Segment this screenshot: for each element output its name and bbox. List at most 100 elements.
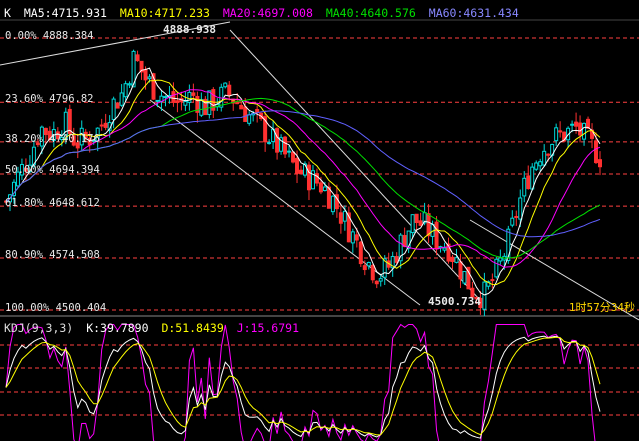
candle-body xyxy=(510,217,515,226)
candle-body xyxy=(494,258,499,278)
candle-body xyxy=(526,175,531,190)
candle-body xyxy=(111,98,116,120)
candle-body xyxy=(350,231,355,244)
candle-body xyxy=(554,127,559,142)
candle-body xyxy=(534,162,539,170)
candle-body xyxy=(175,100,180,104)
candle-body xyxy=(306,164,311,191)
candle-body xyxy=(295,157,300,174)
candle-body xyxy=(135,54,140,62)
candle-body xyxy=(115,102,120,109)
candle-body xyxy=(366,261,371,267)
candle-body xyxy=(410,214,415,234)
candle-body xyxy=(542,150,547,166)
candle-body xyxy=(342,210,347,222)
candle-body xyxy=(458,261,463,280)
candle-body xyxy=(143,69,148,81)
candle-body xyxy=(598,159,602,168)
candle-body xyxy=(191,92,196,96)
fibo-23-label: 23.60% 4796.82 xyxy=(5,93,94,105)
candle-body xyxy=(414,213,419,224)
kline-chart[interactable] xyxy=(0,0,639,441)
low-price-marker: 4500.734 xyxy=(428,295,481,308)
candle-body xyxy=(490,279,495,282)
candle-body xyxy=(147,76,152,80)
candle-body xyxy=(183,100,188,106)
ma60-label: MA60:4631.434 xyxy=(428,6,519,20)
candle-body xyxy=(243,106,248,122)
candle-body xyxy=(103,122,108,128)
candle-body xyxy=(267,142,272,145)
ma20-line xyxy=(5,89,601,268)
candle-body xyxy=(578,122,583,136)
candle-body xyxy=(223,82,228,88)
candle-body xyxy=(370,264,375,281)
ma20-label: MA20:4697.008 xyxy=(222,6,313,20)
candle-body xyxy=(362,265,367,271)
candle-body xyxy=(418,220,423,226)
candle-body xyxy=(558,130,563,133)
candle-body xyxy=(127,83,132,86)
fibo-0-label: 0.00% 4888.384 xyxy=(5,30,94,42)
candle-body xyxy=(426,213,431,237)
candle-body xyxy=(594,140,599,164)
candle-body xyxy=(434,221,439,250)
fibo-100-label: 100.00% 4500.404 xyxy=(5,302,107,314)
candle-body xyxy=(322,186,327,192)
candle-body xyxy=(482,281,487,310)
candle-body xyxy=(99,124,104,127)
candle-body xyxy=(442,247,447,251)
candle-body xyxy=(314,173,319,184)
chart-area[interactable]: K MA5:4715.931 MA10:4717.233 MA20:4697.0… xyxy=(0,0,639,441)
candle-body xyxy=(163,96,168,99)
candle-body xyxy=(171,91,176,103)
fibo-50-label: 50.00% 4694.394 xyxy=(5,164,100,176)
candle-body xyxy=(450,256,455,263)
fibo-80-label: 80.90% 4574.508 xyxy=(5,249,100,261)
candle-body xyxy=(546,153,551,156)
candle-body xyxy=(358,241,363,265)
candle-body xyxy=(574,121,579,127)
ma5-label: MA5:4715.931 xyxy=(23,6,107,20)
kdj-k-label: K:39.7890 xyxy=(86,321,149,335)
ma40-label: MA40:4640.576 xyxy=(325,6,416,20)
kdj-d-label: D:51.8439 xyxy=(161,321,224,335)
candle-body xyxy=(538,161,543,167)
countdown-timer: 1时57分34秒 xyxy=(568,301,635,314)
candle-body xyxy=(275,128,280,153)
candle-body xyxy=(199,99,204,116)
candle-body xyxy=(582,122,587,140)
candle-body xyxy=(227,84,232,96)
candle-body xyxy=(330,195,335,213)
candle-body xyxy=(119,92,124,106)
candle-body xyxy=(219,86,224,108)
candle-body xyxy=(123,83,128,98)
candle-body xyxy=(235,102,240,105)
candle-body xyxy=(374,280,379,285)
candle-body xyxy=(287,150,292,153)
candle-body xyxy=(378,278,383,282)
candle-body xyxy=(570,123,575,126)
candle-body xyxy=(318,182,323,193)
candle-body xyxy=(518,197,523,220)
ma-legend: K MA5:4715.931 MA10:4717.233 MA20:4697.0… xyxy=(4,6,525,20)
candle-body xyxy=(462,271,467,284)
candle-body xyxy=(239,104,244,110)
symbol-label: K xyxy=(4,6,11,20)
fibo-61-label: 61.80% 4648.612 xyxy=(5,197,100,209)
candle-body xyxy=(291,151,296,163)
kdj-j-line xyxy=(5,323,596,441)
kdj-j-label: J:15.6791 xyxy=(236,321,299,335)
fibo-38-label: 38.20% 4740.176 xyxy=(5,133,100,145)
kdj-title: KDJ(9,3,3) xyxy=(4,321,74,335)
kdj-legend: KDJ(9,3,3) K:39.7890 D:51.8439 J:15.6791 xyxy=(4,321,305,335)
ma10-label: MA10:4717.233 xyxy=(119,6,210,20)
candle-body xyxy=(454,257,459,263)
high-price-marker: 4888.938 xyxy=(163,23,216,36)
candle-body xyxy=(283,136,288,155)
candle-body xyxy=(155,99,160,102)
candle-body xyxy=(187,91,192,103)
candle-body xyxy=(247,114,252,124)
candle-body xyxy=(498,257,503,262)
candle-body xyxy=(338,212,343,224)
